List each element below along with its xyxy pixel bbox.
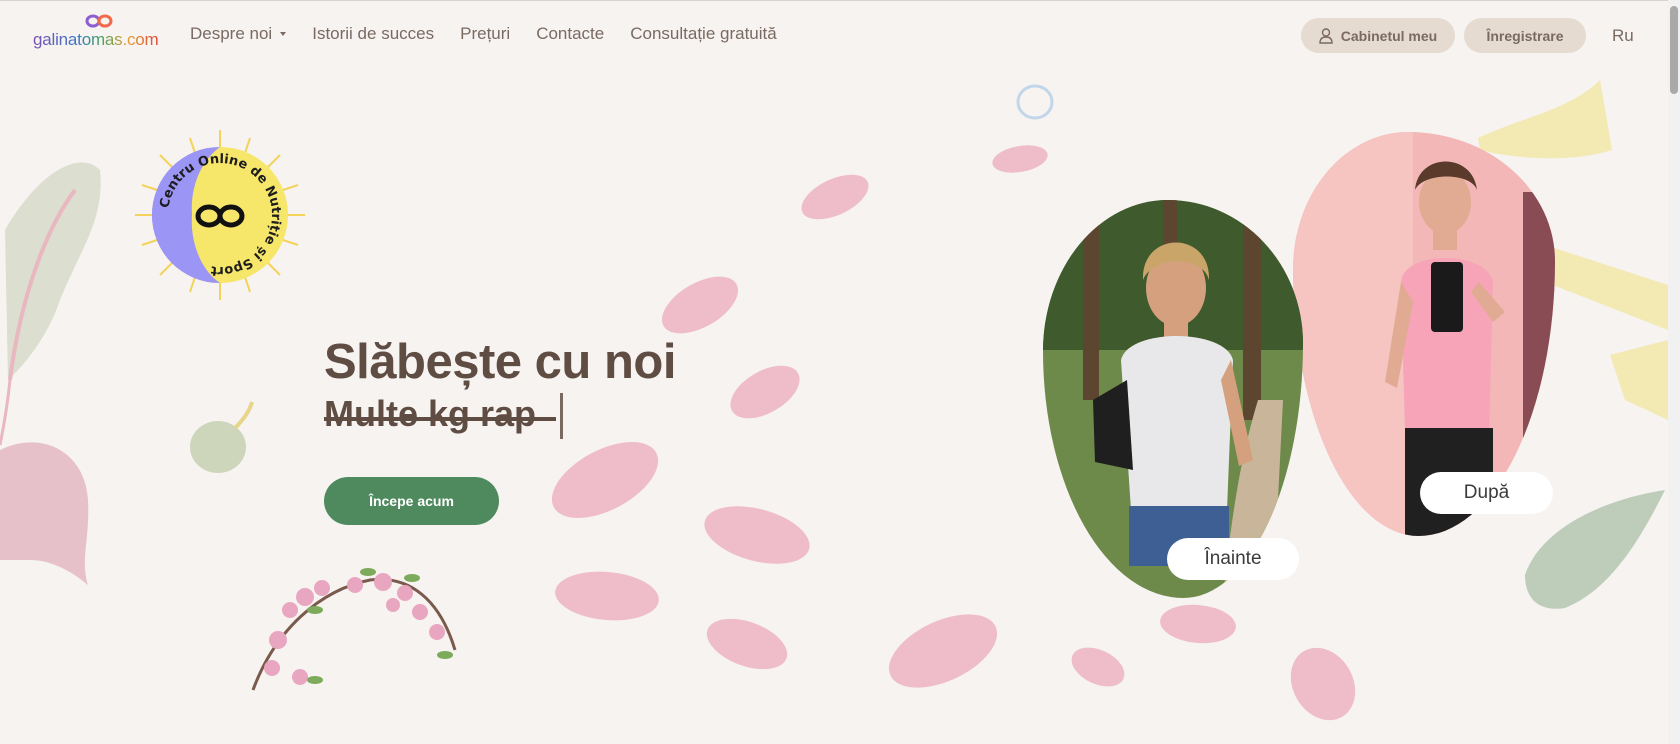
- register-button-label: Înregistrare: [1486, 27, 1564, 44]
- before-label: Înainte: [1167, 538, 1299, 580]
- nav-item-istorii-de-succes[interactable]: Istorii de succes: [312, 24, 434, 44]
- scrollbar-thumb[interactable]: [1670, 6, 1678, 94]
- start-now-button-label: Începe acum: [369, 493, 454, 509]
- language-switch[interactable]: Ru: [1612, 26, 1634, 46]
- start-now-button[interactable]: Începe acum: [324, 477, 499, 525]
- nav-item-contacte[interactable]: Contacte: [536, 24, 604, 44]
- cabinet-button-label: Cabinetul meu: [1340, 27, 1438, 44]
- after-label: După: [1420, 472, 1553, 514]
- main-nav: Despre noi Istorii de succes Prețuri Con…: [190, 24, 777, 44]
- infinity-logo-icon: [85, 14, 113, 28]
- typing-cursor: [560, 393, 563, 439]
- hero-title: Slăbește cu noi: [324, 335, 676, 389]
- hero-rotating-text: Multe kg rap: [324, 393, 537, 434]
- nav-item-label: Despre noi: [190, 24, 273, 43]
- scrollbar[interactable]: [1668, 0, 1680, 744]
- logo-text: galinatomas.com: [33, 30, 159, 49]
- strikethrough-line: [324, 417, 556, 421]
- nav-item-preturi[interactable]: Prețuri: [460, 24, 510, 44]
- nav-item-consultatie-gratuita[interactable]: Consultație gratuită: [630, 24, 776, 44]
- nav-item-label: Contacte: [536, 24, 605, 43]
- nav-item-label: Prețuri: [460, 24, 511, 43]
- register-button[interactable]: Înregistrare: [1464, 18, 1586, 53]
- site-logo[interactable]: galinatomas.com: [33, 14, 165, 54]
- cabinet-button[interactable]: Cabinetul meu: [1301, 18, 1455, 53]
- user-icon: [1319, 27, 1333, 44]
- caret-down-icon: [280, 32, 287, 36]
- center-badge: Centru Online de Nutriție și Sport: [135, 130, 305, 300]
- nav-item-label: Consultație gratuită: [630, 24, 777, 43]
- nav-item-label: Istorii de succes: [312, 24, 435, 43]
- nav-item-despre-noi[interactable]: Despre noi: [190, 24, 287, 44]
- site-header: galinatomas.com Despre noi Istorii de su…: [0, 0, 1668, 72]
